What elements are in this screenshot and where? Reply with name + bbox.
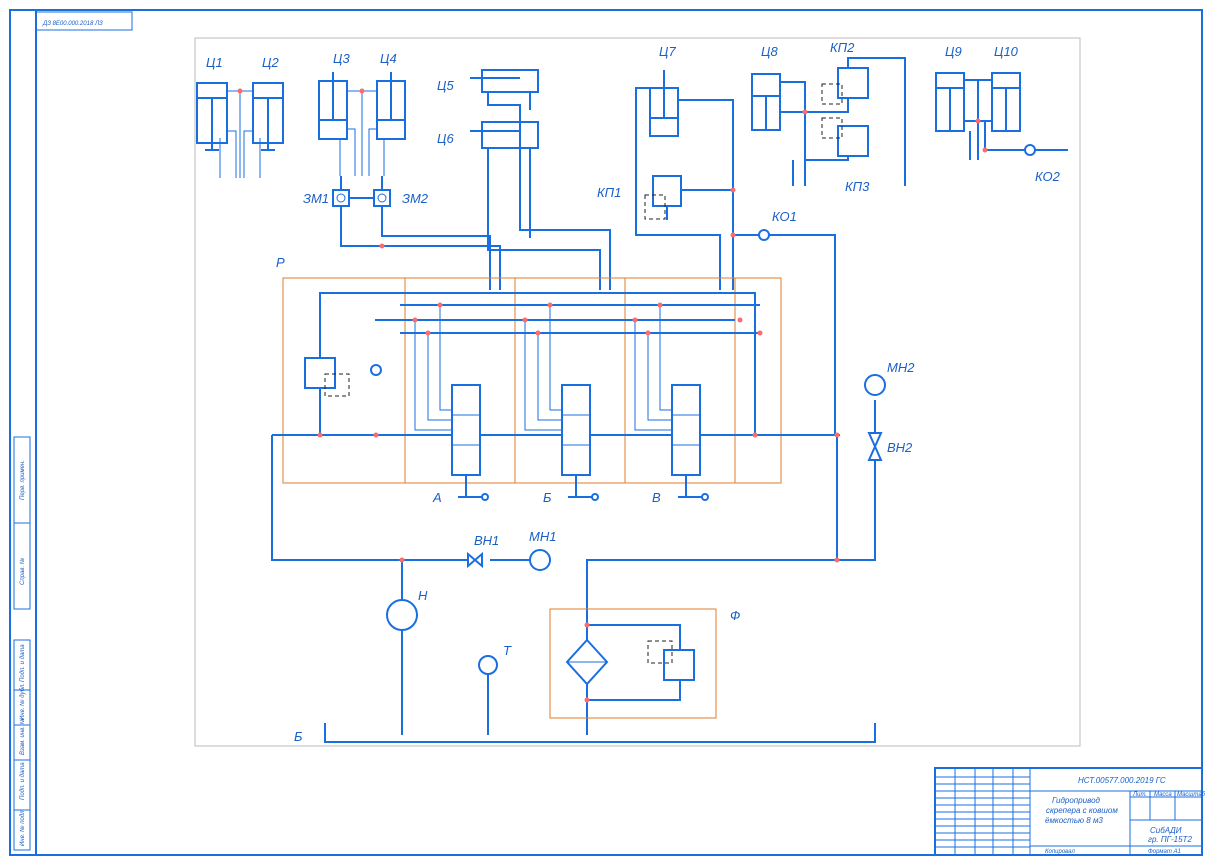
- label-c3: Ц3: [333, 51, 350, 66]
- org-line-1: СибАДИ: [1150, 826, 1182, 835]
- cylinder-c8: [751, 73, 781, 131]
- title-line-2: скрепера с ковшом: [1046, 806, 1118, 815]
- distributor-outline: [282, 277, 782, 484]
- side-strip-2: Справ. №: [19, 557, 26, 585]
- side-strip-1: Перв. примен.: [20, 460, 26, 500]
- label-c10: Ц10: [994, 44, 1019, 59]
- label-v: В: [652, 490, 661, 505]
- label-c5: Ц5: [437, 78, 454, 93]
- relief-valve-kp2: [821, 67, 869, 105]
- check-valve-ko1: [758, 229, 770, 241]
- label-b: Б: [543, 490, 552, 505]
- valve-vn1: [467, 551, 483, 569]
- label-f: Ф: [730, 608, 740, 623]
- drawing-field: [194, 37, 1081, 747]
- relief-valve-kp3: [821, 117, 869, 157]
- side-strip-4: Инв. № дубл.: [19, 683, 26, 720]
- col-scale: Масштаб: [1177, 792, 1206, 798]
- title-line-3: ёмкостью 8 м3: [1045, 816, 1103, 825]
- relief-valve-kp1: [644, 175, 682, 220]
- label-c8: Ц8: [761, 44, 778, 59]
- label-vn1: ВН1: [474, 533, 499, 548]
- side-strip: Перв. примен. Справ. № Подп. и дата Инв.…: [13, 436, 31, 851]
- hydraulic-schematic-drawing: ДЗ 8Е00.000.2018 ЛЗ Перв. примен. Справ.…: [9, 9, 1206, 856]
- throttle-zm1: [332, 189, 350, 207]
- cylinder-c9: [935, 72, 965, 132]
- label-c4: Ц4: [380, 51, 397, 66]
- label-a: А: [432, 490, 442, 505]
- label-zm1: ЗМ1: [303, 191, 329, 206]
- label-c6: Ц6: [437, 131, 454, 146]
- throttle-zm2: [373, 189, 391, 207]
- label-t: Т: [503, 643, 512, 658]
- title-line-1: Гидропривод: [1052, 796, 1101, 805]
- label-mn2: МН2: [887, 360, 915, 375]
- copy-label: Копировал: [1045, 849, 1075, 855]
- label-tank: Б: [294, 729, 303, 744]
- cylinder-c4: [376, 72, 406, 140]
- cylinder-c5: [470, 69, 539, 93]
- cylinder-c10: [991, 72, 1021, 132]
- label-mn1: МН1: [529, 529, 556, 544]
- side-strip-3: Подп. и дата: [20, 644, 26, 682]
- label-vn2: ВН2: [887, 440, 913, 455]
- side-strip-5: Взам. инв. №: [19, 717, 26, 755]
- doc-number: НСТ.00577.000.2019 ГС: [1078, 776, 1166, 785]
- label-c2: Ц2: [262, 55, 279, 70]
- label-zm2: ЗМ2: [402, 191, 429, 206]
- org-line-2: гр. ПГ-15Т2: [1148, 835, 1192, 844]
- thermometer-t: [478, 655, 498, 675]
- side-strip-6: Подп. и дата: [20, 762, 26, 800]
- label-c9: Ц9: [945, 44, 962, 59]
- cylinder-c3: [318, 72, 348, 140]
- tank-b: [324, 723, 876, 743]
- gauge-mn1: [529, 549, 551, 571]
- label-c7: Ц7: [659, 44, 676, 59]
- cylinder-c6: [470, 121, 539, 149]
- label-c1: Ц1: [206, 55, 223, 70]
- top-stamp-text: ДЗ 8Е00.000.2018 ЛЗ: [42, 21, 103, 27]
- valve-vn2: [867, 432, 883, 461]
- filter-bypass-valve: [647, 640, 695, 681]
- label-kp2: КП2: [830, 40, 855, 55]
- side-strip-7: Инв. № подл.: [19, 809, 26, 846]
- col-mass: Масса: [1154, 792, 1172, 798]
- cylinder-c1: [196, 82, 228, 151]
- label-kp3: КП3: [845, 179, 870, 194]
- label-ko1: КО1: [772, 209, 797, 224]
- label-ko2: КО2: [1035, 169, 1061, 184]
- label-r: Р: [276, 255, 285, 270]
- check-valve-ko2: [1024, 144, 1036, 156]
- title-block: НСТ.00577.000.2019 ГС Гидропривод скрепе…: [934, 767, 1206, 856]
- sheet-outer-frame: [9, 9, 1203, 856]
- format-label: Формат А1: [1148, 849, 1181, 855]
- gauge-mn2: [864, 374, 886, 396]
- col-lit: Лит.: [1132, 792, 1147, 798]
- cylinder-c2: [252, 82, 284, 151]
- cylinder-c7: [649, 70, 679, 137]
- pump-n: [386, 599, 418, 631]
- check-valve-main: [370, 364, 382, 376]
- safety-valve: [304, 357, 350, 397]
- label-kp1: КП1: [597, 185, 621, 200]
- label-n: Н: [418, 588, 428, 603]
